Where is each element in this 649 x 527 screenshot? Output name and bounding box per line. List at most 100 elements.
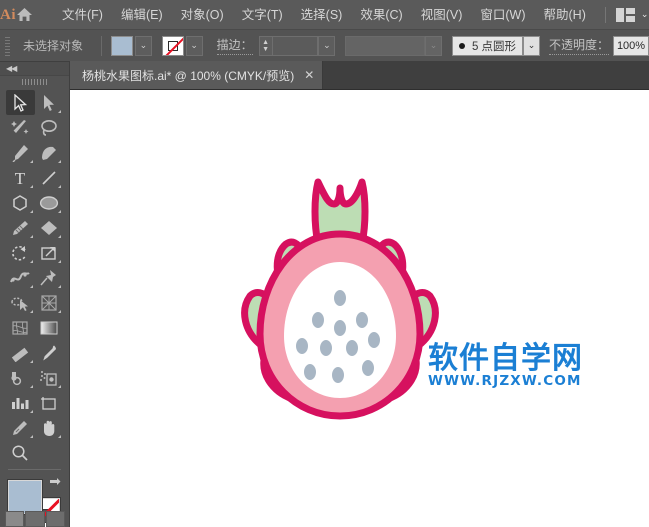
tool-flyout-corner-icon (29, 160, 33, 163)
selection-tool[interactable] (6, 90, 35, 115)
menu-divider-right (604, 6, 606, 23)
hand-tool[interactable] (35, 415, 64, 440)
tool-flyout-corner-icon (29, 210, 33, 213)
tool-flyout-corner-icon (29, 410, 33, 413)
blend-tool[interactable] (35, 340, 64, 365)
menu-item-effect[interactable]: 效果(C) (351, 3, 411, 27)
color-mode-gradient[interactable] (25, 511, 45, 527)
dragon-fruit-icon[interactable] (240, 170, 440, 435)
tool-flyout-corner-icon (58, 160, 61, 163)
scale-tool[interactable] (35, 240, 64, 265)
watermark-sub-text: WWW.RJZXW.COM (428, 373, 582, 389)
color-mode-none[interactable] (45, 511, 65, 527)
fill-chevron-down-icon[interactable]: ⌄ (134, 35, 152, 56)
document-tab-strip: 杨桃水果图标.ai* @ 100% (CMYK/预览) ✕ (70, 61, 649, 90)
fill-swatch[interactable] (110, 35, 133, 56)
ellipse-tool[interactable] (35, 190, 64, 215)
symbol-sprayer-tool[interactable] (6, 365, 35, 390)
rotate-tool[interactable] (6, 240, 35, 265)
symbol-spray-can-tool[interactable] (35, 365, 64, 390)
perspective-grid-tool[interactable] (35, 290, 64, 315)
opacity-label[interactable]: 不透明度： (548, 36, 609, 55)
app-logo: Ai (0, 6, 16, 23)
canvas-area[interactable]: 软件自学网 WWW.RJZXW.COM (70, 90, 649, 527)
brush-preview-dot-icon (458, 42, 465, 49)
artboard-tool[interactable] (35, 390, 64, 415)
menu-item-window[interactable]: 窗口(W) (471, 3, 534, 27)
stroke-weight-chevron-down-icon[interactable]: ⌄ (318, 35, 336, 56)
svg-text:T: T (15, 169, 26, 187)
slice-tool[interactable] (6, 415, 35, 440)
shape-builder-tool[interactable] (6, 290, 35, 315)
stepper-down-icon: ▼ (262, 45, 270, 53)
home-icon[interactable] (16, 7, 33, 22)
tool-flyout-corner-icon (29, 310, 33, 313)
stroke-chevron-down-icon[interactable]: ⌄ (185, 35, 203, 56)
type-tool[interactable]: T (6, 165, 35, 190)
stroke-weight-input[interactable] (272, 35, 319, 56)
color-mode-color[interactable] (5, 511, 25, 527)
menu-item-type[interactable]: 文字(T) (233, 3, 292, 27)
illustrator-window: Ai 文件(F) 编辑(E) 对象(O) 文字(T) 选择(S) 效果(C) 视… (0, 0, 649, 527)
brush-chevron-down-icon[interactable]: ⌄ (523, 35, 540, 56)
document-tab-title: 杨桃水果图标.ai* @ 100% (CMYK/预览) (82, 68, 295, 83)
mesh-tool[interactable] (6, 315, 35, 340)
paintbrush-tool[interactable] (6, 215, 35, 240)
lasso-tool[interactable] (35, 115, 64, 140)
column-graph-tool[interactable] (6, 390, 35, 415)
tool-empty-slot (35, 440, 64, 465)
menu-bar: Ai 文件(F) 编辑(E) 对象(O) 文字(T) 选择(S) 效果(C) 视… (0, 0, 649, 30)
close-icon[interactable]: ✕ (304, 69, 314, 81)
brush-definition-dropdown[interactable]: 5 点圆形 (451, 35, 524, 56)
stroke-weight-stepper[interactable]: ▲ ▼ (258, 35, 273, 56)
collapse-panel-icon[interactable]: ◀◀ (6, 64, 17, 73)
menu-item-object[interactable]: 对象(O) (172, 3, 233, 27)
gradient-tool[interactable] (35, 315, 64, 340)
tools-panel-grip[interactable] (0, 76, 69, 88)
tool-flyout-corner-icon (58, 235, 61, 238)
color-mode-buttons (0, 511, 70, 527)
tools-panel-header[interactable]: ◀◀ (0, 62, 69, 76)
menu-item-edit[interactable]: 编辑(E) (112, 3, 172, 27)
tool-flyout-corner-icon (29, 260, 33, 263)
curvature-tool[interactable] (35, 140, 64, 165)
magic-wand-tool[interactable] (6, 115, 35, 140)
stroke-swatch[interactable] (161, 35, 184, 56)
opacity-input[interactable]: 100% (613, 35, 649, 56)
fill-color-indicator[interactable] (8, 480, 42, 514)
menu-items: 文件(F) 编辑(E) 对象(O) 文字(T) 选择(S) 效果(C) 视图(V… (53, 3, 595, 27)
selection-status-label: 未选择对象 (22, 39, 83, 53)
direct-selection-tool[interactable] (35, 90, 64, 115)
pen-tool[interactable] (6, 140, 35, 165)
menu-item-select[interactable]: 选择(S) (292, 3, 352, 27)
tools-divider (8, 469, 61, 470)
tool-flyout-corner-icon (58, 385, 61, 388)
tool-flyout-corner-icon (29, 285, 33, 288)
tool-flyout-corner-icon (58, 260, 61, 263)
document-tab[interactable]: 杨桃水果图标.ai* @ 100% (CMYK/预览) ✕ (70, 61, 324, 89)
width-tool[interactable] (6, 265, 35, 290)
tool-flyout-corner-icon (29, 385, 33, 388)
polygon-tool[interactable] (6, 190, 35, 215)
workspace-chevron-down-icon[interactable]: ⌄ (641, 9, 649, 20)
tool-flyout-corner-icon (58, 285, 61, 288)
line-segment-tool[interactable] (35, 165, 64, 190)
control-bar-grip[interactable] (2, 35, 13, 56)
width-profile-chevron-down-icon: ⌄ (425, 35, 442, 56)
eyedropper-tool[interactable] (6, 340, 35, 365)
menu-item-help[interactable]: 帮助(H) (535, 3, 595, 27)
tool-flyout-corner-icon (29, 235, 33, 238)
stroke-weight-label[interactable]: 描边： (216, 36, 253, 55)
tool-flyout-corner-icon (29, 435, 33, 438)
tool-flyout-corner-icon (58, 310, 61, 313)
menu-item-view[interactable]: 视图(V) (412, 3, 472, 27)
none-slash-icon (163, 36, 183, 55)
zoom-tool[interactable] (6, 440, 35, 465)
watermark: 软件自学网 WWW.RJZXW.COM (428, 343, 583, 389)
swap-fill-stroke-icon[interactable] (50, 476, 64, 492)
workspace-layout-icon[interactable] (615, 7, 635, 22)
shaper-tool[interactable] (35, 215, 64, 240)
menu-item-file[interactable]: 文件(F) (53, 3, 112, 27)
free-transform-tool[interactable] (35, 265, 64, 290)
control-bar: 未选择对象 ⌄ ⌄ 描边： ▲ ▼ ⌄ ⌄ 5 点圆形 ⌄ 不透明度： 100% (0, 30, 649, 62)
